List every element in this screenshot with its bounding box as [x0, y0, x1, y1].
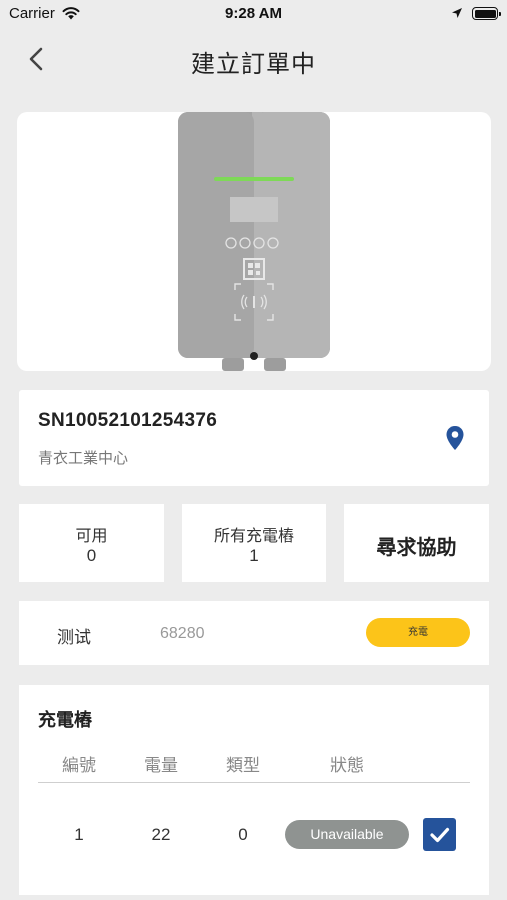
column-header-type: 類型: [226, 756, 260, 775]
piles-title: 充電樁: [38, 710, 92, 730]
pile-select-checkbox[interactable]: [423, 818, 456, 851]
clock: 9:28 AM: [225, 5, 282, 22]
help-label: 尋求協助: [376, 537, 457, 559]
test-row: 测试 68280 充電: [19, 601, 489, 665]
battery-icon: [472, 7, 501, 20]
available-value: 0: [86, 546, 97, 565]
test-name: 测试: [57, 628, 91, 647]
charging-piles-card: 充電樁 編號 電量 類型 狀態 1 22 0 Unavailable: [19, 685, 489, 895]
column-header-number: 編號: [62, 756, 96, 775]
page-title: 建立訂單中: [191, 51, 316, 78]
map-pin-icon[interactable]: [445, 425, 465, 451]
station-info-card: SN10052101254376 青衣工業中心: [19, 390, 489, 486]
status-badge: Unavailable: [285, 820, 409, 849]
charge-button[interactable]: 充電: [366, 618, 470, 647]
column-header-power: 電量: [144, 756, 178, 775]
total-piles-label: 所有充電樁: [213, 528, 294, 545]
table-divider: [38, 782, 470, 783]
total-piles-value: 1: [249, 546, 259, 565]
help-button[interactable]: 尋求協助: [344, 504, 489, 582]
available-label: 可用: [75, 528, 108, 545]
charger-image-card: [17, 112, 491, 371]
serial-number: SN10052101254376: [38, 410, 218, 431]
location-arrow-icon: [452, 8, 462, 18]
available-count-box: 可用 0: [19, 504, 164, 582]
site-name: 青衣工業中心: [38, 450, 129, 467]
ev-charger-image: [178, 112, 330, 371]
pile-type: 0: [238, 825, 248, 844]
test-number: 68280: [160, 625, 205, 642]
pile-power: 22: [151, 825, 171, 844]
checkmark-icon: [430, 827, 450, 843]
status-bar: Carrier 9:28 AM: [0, 0, 507, 28]
column-header-status: 狀態: [330, 756, 364, 775]
total-piles-box: 所有充電樁 1: [182, 504, 326, 582]
pile-number: 1: [74, 825, 84, 844]
